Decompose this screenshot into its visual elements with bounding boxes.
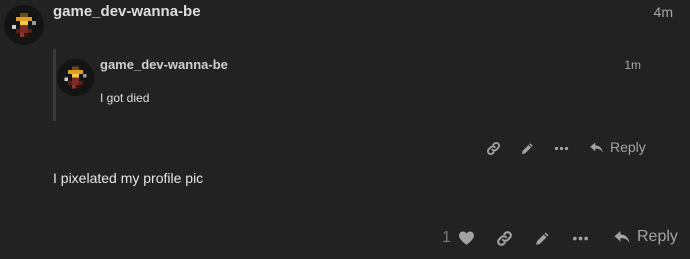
link-icon: [496, 230, 512, 246]
heart-icon: [458, 231, 474, 245]
ellipsis-icon: [572, 236, 588, 240]
quote-username[interactable]: game_dev-wanna-be: [100, 57, 228, 72]
reply-button[interactable]: Reply: [613, 228, 678, 246]
quote-more-button[interactable]: [552, 139, 570, 157]
like-button[interactable]: [456, 228, 476, 248]
edit-button[interactable]: [532, 228, 552, 248]
quote-reply-label: Reply: [610, 139, 646, 155]
post-username[interactable]: game_dev-wanna-be: [53, 3, 201, 20]
post-timestamp[interactable]: 4m: [654, 4, 673, 20]
copy-link-button[interactable]: [494, 228, 514, 248]
ellipsis-icon: [554, 146, 568, 150]
quote-avatar-pixel-art: [57, 59, 94, 96]
more-button[interactable]: [570, 228, 590, 248]
reply-label: Reply: [637, 228, 678, 245]
reply-arrow-icon: [614, 231, 630, 243]
post: game_dev-wanna-be 4m game_dev-wanna-be 1…: [0, 0, 690, 259]
quote-reply-button[interactable]: Reply: [589, 139, 646, 155]
pencil-icon: [535, 231, 549, 245]
pencil-icon: [521, 142, 533, 154]
quote-timestamp[interactable]: 1m: [624, 58, 641, 72]
quote-copy-link-button[interactable]: [484, 139, 502, 157]
quote-edit-button[interactable]: [518, 139, 536, 157]
avatar[interactable]: [4, 5, 44, 45]
like-count[interactable]: 1: [442, 229, 451, 247]
quote-avatar[interactable]: [57, 59, 94, 96]
quote-body: I got died: [100, 91, 150, 105]
post-body: I pixelated my profile pic: [53, 170, 204, 186]
link-icon: [486, 141, 500, 155]
reply-arrow-icon: [590, 142, 603, 152]
avatar-pixel-art: [4, 5, 44, 45]
